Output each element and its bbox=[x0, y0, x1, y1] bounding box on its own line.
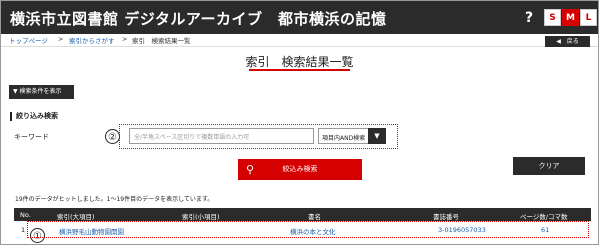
breadcrumb-parent-link[interactable]: 索引からさがす bbox=[69, 35, 115, 45]
font-size-large-button[interactable]: L bbox=[580, 9, 597, 26]
breadcrumb: トップページ > 索引からさがす > 索引 検索結果一覧 bbox=[1, 34, 598, 47]
result-count-text: 19件のデータがヒットしました。1～19件目のデータを表示しています。 bbox=[15, 196, 214, 203]
help-icon[interactable]: ? bbox=[521, 10, 537, 26]
row-major-link[interactable]: 横浜野毛山動物園開園 bbox=[59, 226, 124, 236]
row-book-link[interactable]: 横浜の本と文化 bbox=[290, 226, 336, 236]
breadcrumb-separator: > bbox=[122, 35, 128, 43]
font-size-medium-button[interactable]: M bbox=[562, 9, 579, 26]
keyword-input[interactable]: 全/半角スペース区切りで複数単語の入力可 bbox=[129, 128, 314, 144]
page-title: 索引 検索結果一覧 bbox=[245, 55, 354, 69]
site-header: 横浜市立図書館 デジタルアーカイブ 都市横浜の記憶 ? S M L bbox=[1, 1, 598, 34]
refine-search-button[interactable]: ⚲ 絞込み検索 bbox=[238, 159, 362, 180]
column-header-book: 書名 bbox=[308, 213, 321, 221]
annotation-marker-2: ② bbox=[105, 129, 120, 144]
column-header-no: No. bbox=[20, 211, 31, 219]
column-header-biblio-no: 書誌番号 bbox=[433, 213, 459, 221]
row-biblio-link[interactable]: 3-0196057033 bbox=[438, 226, 486, 234]
breadcrumb-separator: > bbox=[58, 35, 64, 43]
site-title[interactable]: 横浜市立図書館 デジタルアーカイブ 都市横浜の記憶 bbox=[10, 8, 387, 29]
clear-button[interactable]: クリア bbox=[513, 157, 585, 175]
search-icon: ⚲ bbox=[246, 163, 255, 176]
column-header-pages: ページ数/コマ数 bbox=[520, 213, 568, 221]
refine-section-title: 絞り込み検索 bbox=[10, 112, 58, 121]
font-size-small-button[interactable]: S bbox=[544, 9, 561, 26]
row-pages-link[interactable]: 61 bbox=[541, 226, 549, 234]
chevron-down-icon[interactable]: ▼ bbox=[368, 128, 386, 144]
column-header-major: 索引(大項目) bbox=[57, 213, 95, 221]
refine-search-label: 絞込み検索 bbox=[282, 165, 318, 173]
breadcrumb-home-link[interactable]: トップページ bbox=[9, 35, 48, 45]
show-search-conditions-button[interactable]: ▼ 検索条件を表示 bbox=[9, 85, 74, 99]
column-header-minor: 索引(小項目) bbox=[182, 213, 220, 221]
title-underline bbox=[249, 69, 350, 71]
results-table-header: No. 索引(大項目) 索引(小項目) 書名 書誌番号 ページ数/コマ数 bbox=[14, 208, 591, 221]
keyword-label: キーワード bbox=[14, 133, 49, 141]
row-number: 1 bbox=[21, 226, 26, 234]
back-button[interactable]: ◀ 戻る bbox=[545, 36, 590, 47]
page-frame: 横浜市立図書館 デジタルアーカイブ 都市横浜の記憶 ? S M L トップページ… bbox=[0, 0, 599, 245]
breadcrumb-current: 索引 検索結果一覧 bbox=[132, 37, 191, 45]
